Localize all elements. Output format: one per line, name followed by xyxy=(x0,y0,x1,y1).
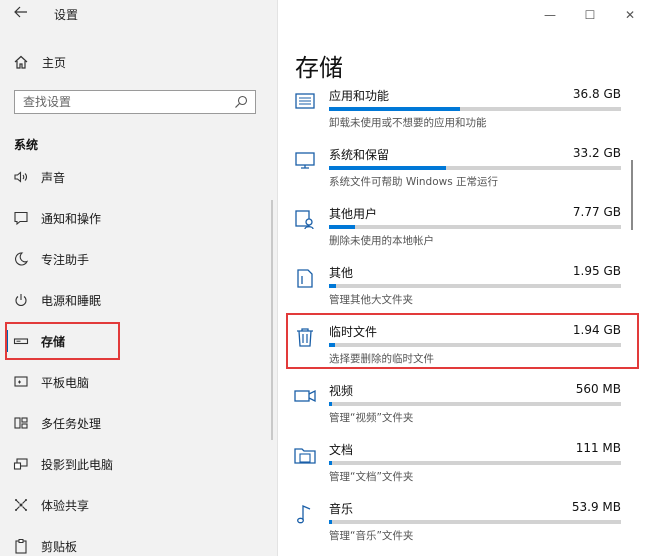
project-icon xyxy=(10,453,32,475)
page-title: 存储 xyxy=(295,54,343,82)
nav-item-notifications[interactable]: 通知和操作 xyxy=(10,203,260,233)
nav-label: 剪贴板 xyxy=(41,539,78,554)
close-icon[interactable]: ✕ xyxy=(610,0,650,30)
usage-bar xyxy=(329,107,621,111)
usage-bar-fill xyxy=(329,520,332,524)
item-size: 33.2 GB xyxy=(572,146,621,160)
item-description: 管理其他大文件夹 xyxy=(329,294,413,306)
minimize-icon[interactable]: — xyxy=(530,0,570,30)
item-description: 管理“音乐”文件夹 xyxy=(329,530,414,542)
nav-label: 专注助手 xyxy=(41,252,90,267)
temp-files-highlight-box xyxy=(286,313,639,369)
usage-bar xyxy=(329,520,621,524)
main-content: — ☐ ✕ 存储 应用和功能 36.8 GB 卸载未使用或不想要的应用和功能 系… xyxy=(278,0,650,556)
video-icon xyxy=(293,384,317,408)
nav-item-focus-assist[interactable]: 专注助手 xyxy=(10,244,260,274)
nav-label: 声音 xyxy=(41,170,66,185)
home-label: 主页 xyxy=(42,55,67,70)
sidebar: 设置 主页 系统 声音 通知和操作 专注助手 电源和睡眠 xyxy=(0,0,278,556)
item-description: 删除未使用的本地帐户 xyxy=(329,235,434,247)
usage-bar-fill xyxy=(329,225,356,229)
users-icon xyxy=(293,207,317,231)
desktop-icon xyxy=(293,148,317,172)
item-description: 卸载未使用或不想要的应用和功能 xyxy=(329,117,487,129)
item-name: 视频 xyxy=(329,384,354,398)
moon-icon xyxy=(10,248,32,270)
back-arrow-icon[interactable] xyxy=(10,3,32,25)
storage-item-videos[interactable]: 视频 560 MB 管理“视频”文件夹 xyxy=(293,382,621,438)
item-name: 其他用户 xyxy=(329,207,378,221)
sidebar-scrollbar[interactable] xyxy=(271,200,273,440)
documents-icon xyxy=(293,443,317,467)
nav-item-power[interactable]: 电源和睡眠 xyxy=(10,285,260,315)
window-controls: — ☐ ✕ xyxy=(530,0,650,30)
item-size: 36.8 GB xyxy=(572,87,621,101)
storage-item-documents[interactable]: 文档 111 MB 管理“文档”文件夹 xyxy=(293,441,621,497)
usage-bar xyxy=(329,402,621,406)
search-icon[interactable] xyxy=(233,94,249,110)
power-icon xyxy=(10,289,32,311)
item-description: 管理“文档”文件夹 xyxy=(329,471,414,483)
title-bar: 设置 xyxy=(0,0,277,30)
notification-icon xyxy=(10,207,32,229)
search-input[interactable] xyxy=(15,91,233,113)
nav-item-multitasking[interactable]: 多任务处理 xyxy=(10,408,260,438)
multitask-icon xyxy=(10,412,32,434)
storage-item-music[interactable]: 音乐 53.9 MB 管理“音乐”文件夹 xyxy=(293,500,621,556)
nav-label: 平板电脑 xyxy=(41,375,90,390)
item-name: 应用和功能 xyxy=(329,89,390,103)
music-icon xyxy=(293,502,317,526)
app-title: 设置 xyxy=(54,8,79,22)
speaker-icon xyxy=(10,166,32,188)
storage-item-other-users[interactable]: 其他用户 7.77 GB 删除未使用的本地帐户 xyxy=(293,205,621,261)
item-name: 其他 xyxy=(329,266,354,280)
apps-icon xyxy=(293,89,317,113)
item-size: 53.9 MB xyxy=(571,500,621,514)
section-title: 系统 xyxy=(14,138,39,152)
item-size: 111 MB xyxy=(575,441,621,455)
home-link[interactable]: 主页 xyxy=(10,50,250,74)
clipboard-icon xyxy=(10,535,32,556)
usage-bar-fill xyxy=(329,166,446,170)
search-box[interactable] xyxy=(14,90,256,114)
storage-item-other[interactable]: 其他 1.95 GB 管理其他大文件夹 xyxy=(293,264,621,320)
item-size: 1.95 GB xyxy=(572,264,621,278)
usage-bar xyxy=(329,461,621,465)
item-name: 音乐 xyxy=(329,502,354,516)
nav-item-shared-experiences[interactable]: 体验共享 xyxy=(10,490,260,520)
item-name: 系统和保留 xyxy=(329,148,390,162)
item-size: 560 MB xyxy=(575,382,621,396)
storage-item-apps[interactable]: 应用和功能 36.8 GB 卸载未使用或不想要的应用和功能 xyxy=(293,87,621,143)
item-size: 7.77 GB xyxy=(572,205,621,219)
usage-bar xyxy=(329,284,621,288)
item-name: 文档 xyxy=(329,443,354,457)
maximize-icon[interactable]: ☐ xyxy=(570,0,610,30)
item-description: 管理“视频”文件夹 xyxy=(329,412,414,424)
nav-item-project[interactable]: 投影到此电脑 xyxy=(10,449,260,479)
usage-bar xyxy=(329,225,621,229)
tablet-icon xyxy=(10,371,32,393)
nav-item-tablet[interactable]: 平板电脑 xyxy=(10,367,260,397)
nav-label: 电源和睡眠 xyxy=(41,293,102,308)
usage-bar-fill xyxy=(329,284,337,288)
storage-item-system[interactable]: 系统和保留 33.2 GB 系统文件可帮助 Windows 正常运行 xyxy=(293,146,621,202)
nav-label: 投影到此电脑 xyxy=(41,457,114,472)
main-scrollbar[interactable] xyxy=(631,160,633,230)
nav-label: 体验共享 xyxy=(41,498,90,513)
usage-bar xyxy=(329,166,621,170)
nav-item-clipboard[interactable]: 剪贴板 xyxy=(10,531,260,556)
home-icon xyxy=(10,51,32,73)
nav-item-sound[interactable]: 声音 xyxy=(10,162,260,192)
usage-bar-fill xyxy=(329,461,332,465)
nav-label: 通知和操作 xyxy=(41,211,102,226)
nav-label: 多任务处理 xyxy=(41,416,102,431)
other-icon xyxy=(293,266,317,290)
item-description: 系统文件可帮助 Windows 正常运行 xyxy=(329,176,499,188)
share-icon xyxy=(10,494,32,516)
usage-bar-fill xyxy=(329,107,461,111)
usage-bar-fill xyxy=(329,402,332,406)
storage-highlight-box xyxy=(5,322,120,360)
